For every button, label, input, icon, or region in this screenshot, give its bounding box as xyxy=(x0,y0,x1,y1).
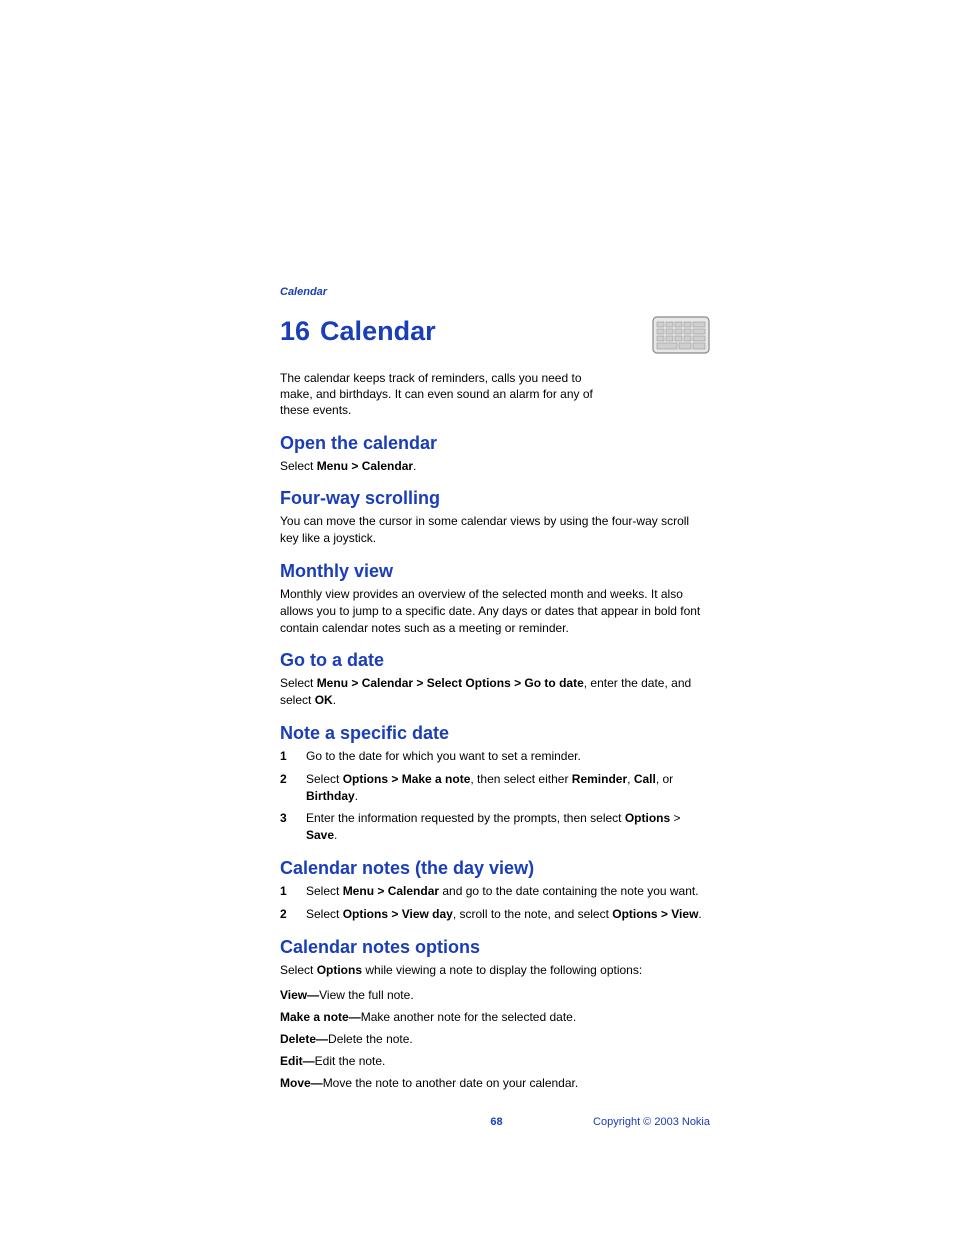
chapter-name: Calendar xyxy=(320,316,436,346)
day-view-steps: 1 Select Menu > Calendar and go to the d… xyxy=(280,883,710,923)
page-content: Calendar 16 Calendar The calendar keeps t… xyxy=(0,0,954,1128)
option-item: Edit—Edit the note. xyxy=(280,1054,710,1068)
copyright: Copyright © 2003 Nokia xyxy=(593,1116,710,1128)
option-item: View—View the full note. xyxy=(280,988,710,1002)
heading-go-to-date: Go to a date xyxy=(280,650,710,671)
list-item: 3 Enter the information requested by the… xyxy=(280,810,710,844)
go-to-date-body: Select Menu > Calendar > Select Options … xyxy=(280,675,710,709)
page-footer: 68 Copyright © 2003 Nokia xyxy=(280,1116,710,1128)
option-item: Delete—Delete the note. xyxy=(280,1032,710,1046)
option-item: Move—Move the note to another date on yo… xyxy=(280,1076,710,1090)
monthly-view-body: Monthly view provides an overview of the… xyxy=(280,586,710,636)
heading-monthly-view: Monthly view xyxy=(280,561,710,582)
heading-calendar-notes-options: Calendar notes options xyxy=(280,937,710,958)
list-item: 1 Select Menu > Calendar and go to the d… xyxy=(280,883,710,900)
chapter-title: 16 Calendar xyxy=(280,316,436,347)
options-list: View—View the full note. Make a note—Mak… xyxy=(280,988,710,1090)
four-way-scrolling-body: You can move the cursor in some calendar… xyxy=(280,513,710,547)
chapter-intro: The calendar keeps track of reminders, c… xyxy=(280,370,600,419)
options-intro: Select Options while viewing a note to d… xyxy=(280,962,710,979)
option-item: Make a note—Make another note for the se… xyxy=(280,1010,710,1024)
chapter-header-row: 16 Calendar xyxy=(280,316,710,358)
list-item: 2 Select Options > Make a note, then sel… xyxy=(280,771,710,805)
heading-four-way-scrolling: Four-way scrolling xyxy=(280,488,710,509)
running-head: Calendar xyxy=(280,286,710,298)
heading-note-specific-date: Note a specific date xyxy=(280,723,710,744)
heading-open-calendar: Open the calendar xyxy=(280,433,710,454)
list-item: 2 Select Options > View day, scroll to t… xyxy=(280,906,710,923)
heading-calendar-notes-day-view: Calendar notes (the day view) xyxy=(280,858,710,879)
page-number: 68 xyxy=(400,1116,593,1128)
note-specific-date-steps: 1 Go to the date for which you want to s… xyxy=(280,748,710,844)
open-calendar-body: Select Menu > Calendar. xyxy=(280,458,710,475)
calendar-keyboard-icon xyxy=(652,316,710,358)
chapter-number: 16 xyxy=(280,316,310,346)
list-item: 1 Go to the date for which you want to s… xyxy=(280,748,710,765)
